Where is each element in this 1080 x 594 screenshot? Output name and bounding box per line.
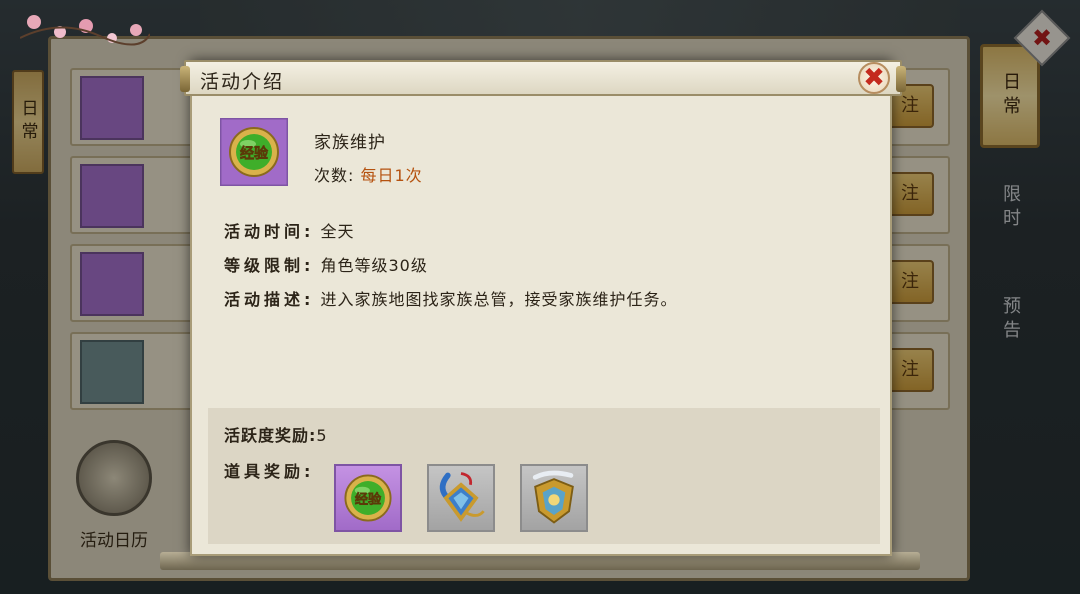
activity-name: 家族维护 — [314, 133, 386, 153]
count-label: 次数: — [314, 166, 355, 185]
blossom-decoration-icon — [20, 15, 150, 46]
count-value: 每日1次 — [360, 166, 423, 185]
desc-value: 进入家族地图找家族总管，接受家族维护任务。 — [320, 290, 678, 309]
reward-item-pendant[interactable] — [427, 464, 495, 532]
blue-pendant-icon — [439, 472, 485, 522]
scroll-knob-icon — [896, 66, 906, 92]
close-button[interactable]: ✖ — [858, 62, 890, 94]
close-icon: ✖ — [863, 63, 885, 93]
exp-orb-icon: 经验 — [220, 118, 288, 186]
dialog-title-bar: 活动介绍 ✖ — [180, 60, 906, 96]
exp-orb-icon: 经验 — [344, 474, 392, 522]
active-reward-label: 活跃度奖励: — [224, 426, 317, 445]
activity-count: 次数: 每日1次 — [314, 162, 423, 186]
dialog-title: 活动介绍 — [200, 71, 285, 93]
reward-item-exp[interactable]: 经验 — [334, 464, 402, 532]
item-reward-label: 道具奖励: — [224, 462, 315, 481]
svg-text:经验: 经验 — [240, 145, 269, 162]
level-limit: 等级限制: 角色等级30级 — [224, 252, 428, 276]
activity-info-dialog: 活动介绍 ✖ 经验 家族维护 次数: 每日1次 活动时间: 全天 等级限制: 角… — [180, 60, 906, 556]
level-value: 角色等级30级 — [320, 256, 428, 275]
active-reward-value: 5 — [316, 426, 328, 445]
scroll-knob-icon — [180, 66, 190, 92]
reward-item-badge[interactable] — [520, 464, 588, 532]
active-reward: 活跃度奖励:5 — [224, 422, 328, 446]
desc-label: 活动描述: — [224, 290, 315, 309]
time-value: 全天 — [320, 222, 355, 241]
activity-description: 活动描述: 进入家族地图找家族总管，接受家族维护任务。 — [224, 286, 678, 310]
level-label: 等级限制: — [224, 256, 315, 275]
gold-badge-icon — [532, 470, 574, 524]
svg-text:经验: 经验 — [355, 491, 382, 508]
time-label: 活动时间: — [224, 222, 315, 241]
reward-section: 活跃度奖励:5 道具奖励: 经验 — [208, 408, 880, 544]
activity-time: 活动时间: 全天 — [224, 218, 355, 242]
